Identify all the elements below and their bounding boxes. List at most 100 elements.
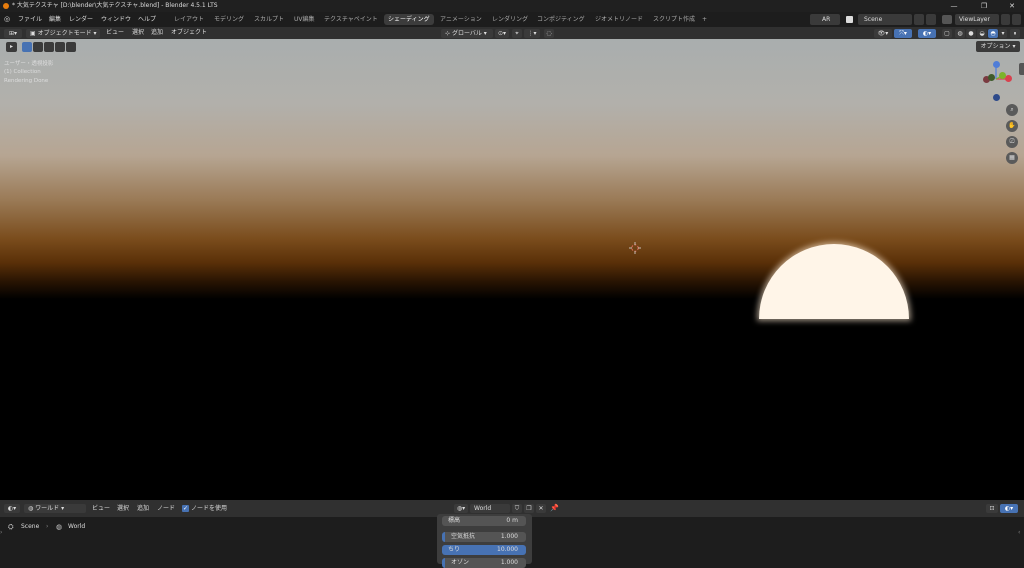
editor-type-button[interactable]: ⊞▾ [4,28,22,38]
menu-render[interactable]: レンダー [69,12,93,27]
node-menu-view[interactable]: ビュー [92,500,110,517]
tab-compositing[interactable]: コンポジティング [533,14,589,25]
camera-view-icon[interactable]: ⎚ [1006,136,1018,148]
altitude-field[interactable]: 標高 0 m [442,516,526,526]
sky-texture-node[interactable]: 標高 0 m 空気抵抗 1.000 ちり 10.000 オゾン 1.000 [437,514,532,568]
air-density-field[interactable]: 空気抵抗 1.000 [442,532,526,542]
tab-animation[interactable]: アニメーション [436,14,486,25]
select-intersect-button[interactable] [66,42,76,52]
delete-viewlayer-button[interactable] [1012,14,1021,25]
world-name: World [474,505,492,512]
pan-hand-icon[interactable]: ✋ [1006,120,1018,132]
toolbar-expand-arrow[interactable]: › [0,529,2,536]
minimize-button[interactable]: — [944,0,964,12]
menu-object[interactable]: オブジェクト [171,27,207,39]
tab-sculpt[interactable]: スカルプト [250,14,288,25]
options-label: オプション [980,43,1011,50]
3d-viewport[interactable]: ▸ ユーザー・透視投影 (1) Collection Rendering Don… [0,39,1024,500]
gizmo-z-axis[interactable] [993,61,1000,68]
use-nodes-checkbox[interactable]: ✓ [182,505,189,512]
menu-select[interactable]: 選択 [132,27,144,39]
viewlayer-selector[interactable]: ViewLayer [955,14,999,25]
maximize-button[interactable]: ❐ [974,0,994,12]
ar-selector[interactable]: AR [810,14,840,25]
tab-layout[interactable]: レイアウト [170,14,208,25]
node-menu-select[interactable]: 選択 [117,500,129,517]
select-extend-button[interactable] [33,42,43,52]
tab-shading[interactable]: シェーディング [384,14,434,25]
breadcrumb-scene: Scene [21,523,40,530]
pause-render-button[interactable]: ⏸ [1010,28,1020,38]
pin-icon[interactable]: 📌 [550,504,559,513]
world-name-field[interactable]: World [470,504,510,513]
scene-icon [846,16,853,23]
tab-rendering[interactable]: レンダリング [488,14,532,25]
menu-help[interactable]: ヘルプ [138,12,156,27]
unlink-world-button[interactable]: ✕ [536,504,546,513]
toolbar-toggle-button[interactable]: ▸ [6,42,17,52]
node-menu-node[interactable]: ノード [157,500,175,517]
tab-geometry-nodes[interactable]: ジオメトリノード [591,14,647,25]
tab-scripting[interactable]: スクリプト作成 [649,14,699,25]
mode-selector[interactable]: ▣ オブジェクトモード ▾ [26,28,100,38]
pivot-point-button[interactable]: ⊙▾ [495,28,509,38]
shading-options-button[interactable]: ▾ [999,28,1007,38]
shader-type-selector[interactable]: ◍ ワールド ▾ [24,504,86,513]
tab-uv-editing[interactable]: UV編集 [290,14,319,25]
gizmo-neg-z-axis[interactable] [993,94,1000,101]
node-editor-type-button[interactable]: ◐▾ [4,504,20,513]
perspective-grid-icon[interactable]: ▦ [1006,152,1018,164]
gizmo-x-axis[interactable] [1005,75,1012,82]
select-subtract-button[interactable] [44,42,54,52]
new-scene-button[interactable] [914,14,924,25]
menu-file[interactable]: ファイル [18,12,42,27]
gizmo-neg-y-axis[interactable] [988,74,995,81]
dust-density-field[interactable]: ちり 10.000 [442,545,526,555]
select-box-tool-button[interactable] [22,42,32,52]
transform-orientation-selector[interactable]: ⊹ グローバル ▾ [441,28,493,38]
ozone-density-field[interactable]: オゾン 1.000 [442,558,526,568]
menu-view[interactable]: ビュー [106,27,124,39]
node-snap-button[interactable]: ⊡ [986,504,998,513]
tab-modeling[interactable]: モデリング [210,14,248,25]
menu-add[interactable]: 追加 [151,27,163,39]
xray-toggle-button[interactable]: ▢ [942,28,952,38]
snap-target-button[interactable]: ⋮▾ [524,28,540,38]
world-breadcrumb-icon: ◍ [56,523,63,531]
select-invert-button[interactable] [55,42,65,52]
new-world-button[interactable]: ❐ [524,504,534,513]
add-workspace-button[interactable]: + [698,14,711,25]
menu-edit[interactable]: 編集 [49,12,61,27]
node-overlay-button[interactable]: ◐▾ [1000,504,1018,513]
overlay-toggle-button[interactable]: ◐▾ [918,28,936,38]
delete-scene-button[interactable] [926,14,936,25]
new-viewlayer-button[interactable] [1001,14,1010,25]
blender-menu-icon[interactable]: ◎ [4,16,12,23]
snap-button[interactable]: ⌖ [512,28,522,38]
proportional-edit-button[interactable]: ◌ [544,28,554,38]
material-shading-button[interactable]: ◒ [977,28,987,38]
window-titlebar: * 大気テクスチャ [D:\blender\大気テクスチャ.blend] - B… [0,0,1024,12]
node-menu-add[interactable]: 追加 [137,500,149,517]
view-object-types-button[interactable]: 👁▾ [874,28,892,38]
sidebar-expand-arrow[interactable]: ‹ [1018,529,1020,536]
window-title: * 大気テクスチャ [D:\blender\大気テクスチャ.blend] - B… [12,2,218,9]
render-status-label: Rendering Done [4,78,49,84]
tab-texture-paint[interactable]: テクスチャペイント [320,14,382,25]
options-dropdown[interactable]: オプション ▾ [976,41,1020,52]
wireframe-shading-button[interactable]: ◍ [955,28,965,38]
fake-user-button[interactable]: ⛉ [512,504,522,513]
menu-window[interactable]: ウィンドウ [101,12,131,27]
solid-shading-button[interactable]: ● [966,28,976,38]
dust-density-value: 10.000 [497,546,518,553]
navigation-gizmo[interactable] [974,59,1020,103]
close-button[interactable]: ✕ [1002,0,1022,12]
zoom-icon[interactable]: ⌕ [1006,104,1018,116]
scene-selector[interactable]: Scene [858,14,912,25]
gizmo-toggle-button[interactable]: ⤧▾ [894,28,912,38]
object-mode-icon: ▣ [30,29,38,37]
world-browse-button[interactable]: ◍▾ [454,504,468,513]
rendered-shading-button[interactable]: ◓ [988,28,998,38]
gizmo-y-axis[interactable] [999,72,1006,79]
sidebar-toggle-button[interactable] [1019,63,1024,75]
